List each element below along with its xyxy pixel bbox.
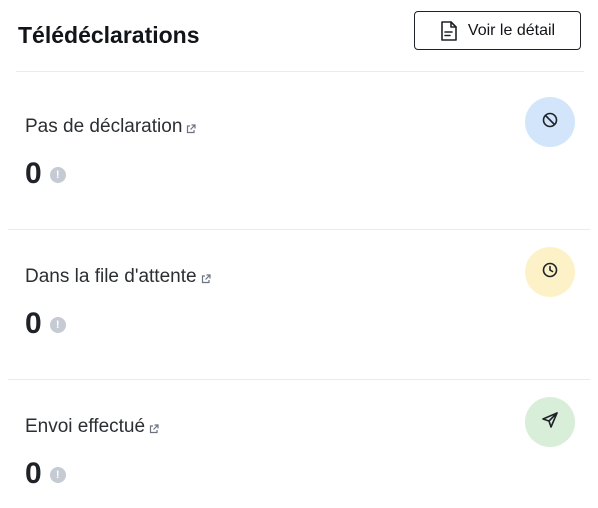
card-link-file-attente[interactable]: Dans la file d'attente: [25, 263, 211, 290]
card-value-row: 0 !: [25, 307, 66, 341]
clock-icon: [541, 261, 559, 284]
external-link-icon: [149, 418, 159, 440]
page-title: Télédéclarations: [18, 22, 200, 48]
card-count: 0: [25, 157, 42, 190]
card-envoi-effectue: Envoi effectué 0 !: [0, 375, 598, 508]
voir-le-detail-button[interactable]: Voir le détail: [414, 11, 581, 50]
card-link-pas-de-declaration[interactable]: Pas de déclaration: [25, 113, 196, 140]
divider: [16, 71, 584, 72]
external-link-icon: [201, 268, 211, 290]
clock-icon-badge: [525, 247, 575, 297]
teledeclarations-panel: Télédéclarations Voir le détail Pas de d…: [0, 0, 598, 508]
card-count: 0: [25, 457, 42, 490]
card-label: Dans la file d'attente: [25, 265, 197, 287]
ban-icon: [541, 111, 559, 134]
card-link-envoi-effectue[interactable]: Envoi effectué: [25, 413, 159, 440]
card-pas-de-declaration: Pas de déclaration 0 !: [0, 75, 598, 225]
card-count: 0: [25, 307, 42, 340]
file-text-icon: [440, 20, 458, 42]
panel-header: Télédéclarations Voir le détail: [0, 0, 598, 72]
send-icon: [541, 411, 559, 434]
voir-le-detail-label: Voir le détail: [467, 21, 556, 39]
info-icon[interactable]: !: [49, 316, 66, 333]
card-value-row: 0 !: [25, 157, 66, 191]
info-icon[interactable]: !: [49, 166, 66, 183]
send-icon-badge: [525, 397, 575, 447]
info-icon[interactable]: !: [49, 466, 66, 483]
card-file-attente: Dans la file d'attente 0 !: [0, 225, 598, 375]
card-label: Envoi effectué: [25, 415, 146, 437]
card-value-row: 0 !: [25, 457, 66, 491]
external-link-icon: [186, 118, 196, 140]
card-label: Pas de déclaration: [25, 115, 183, 137]
ban-icon-badge: [525, 97, 575, 147]
